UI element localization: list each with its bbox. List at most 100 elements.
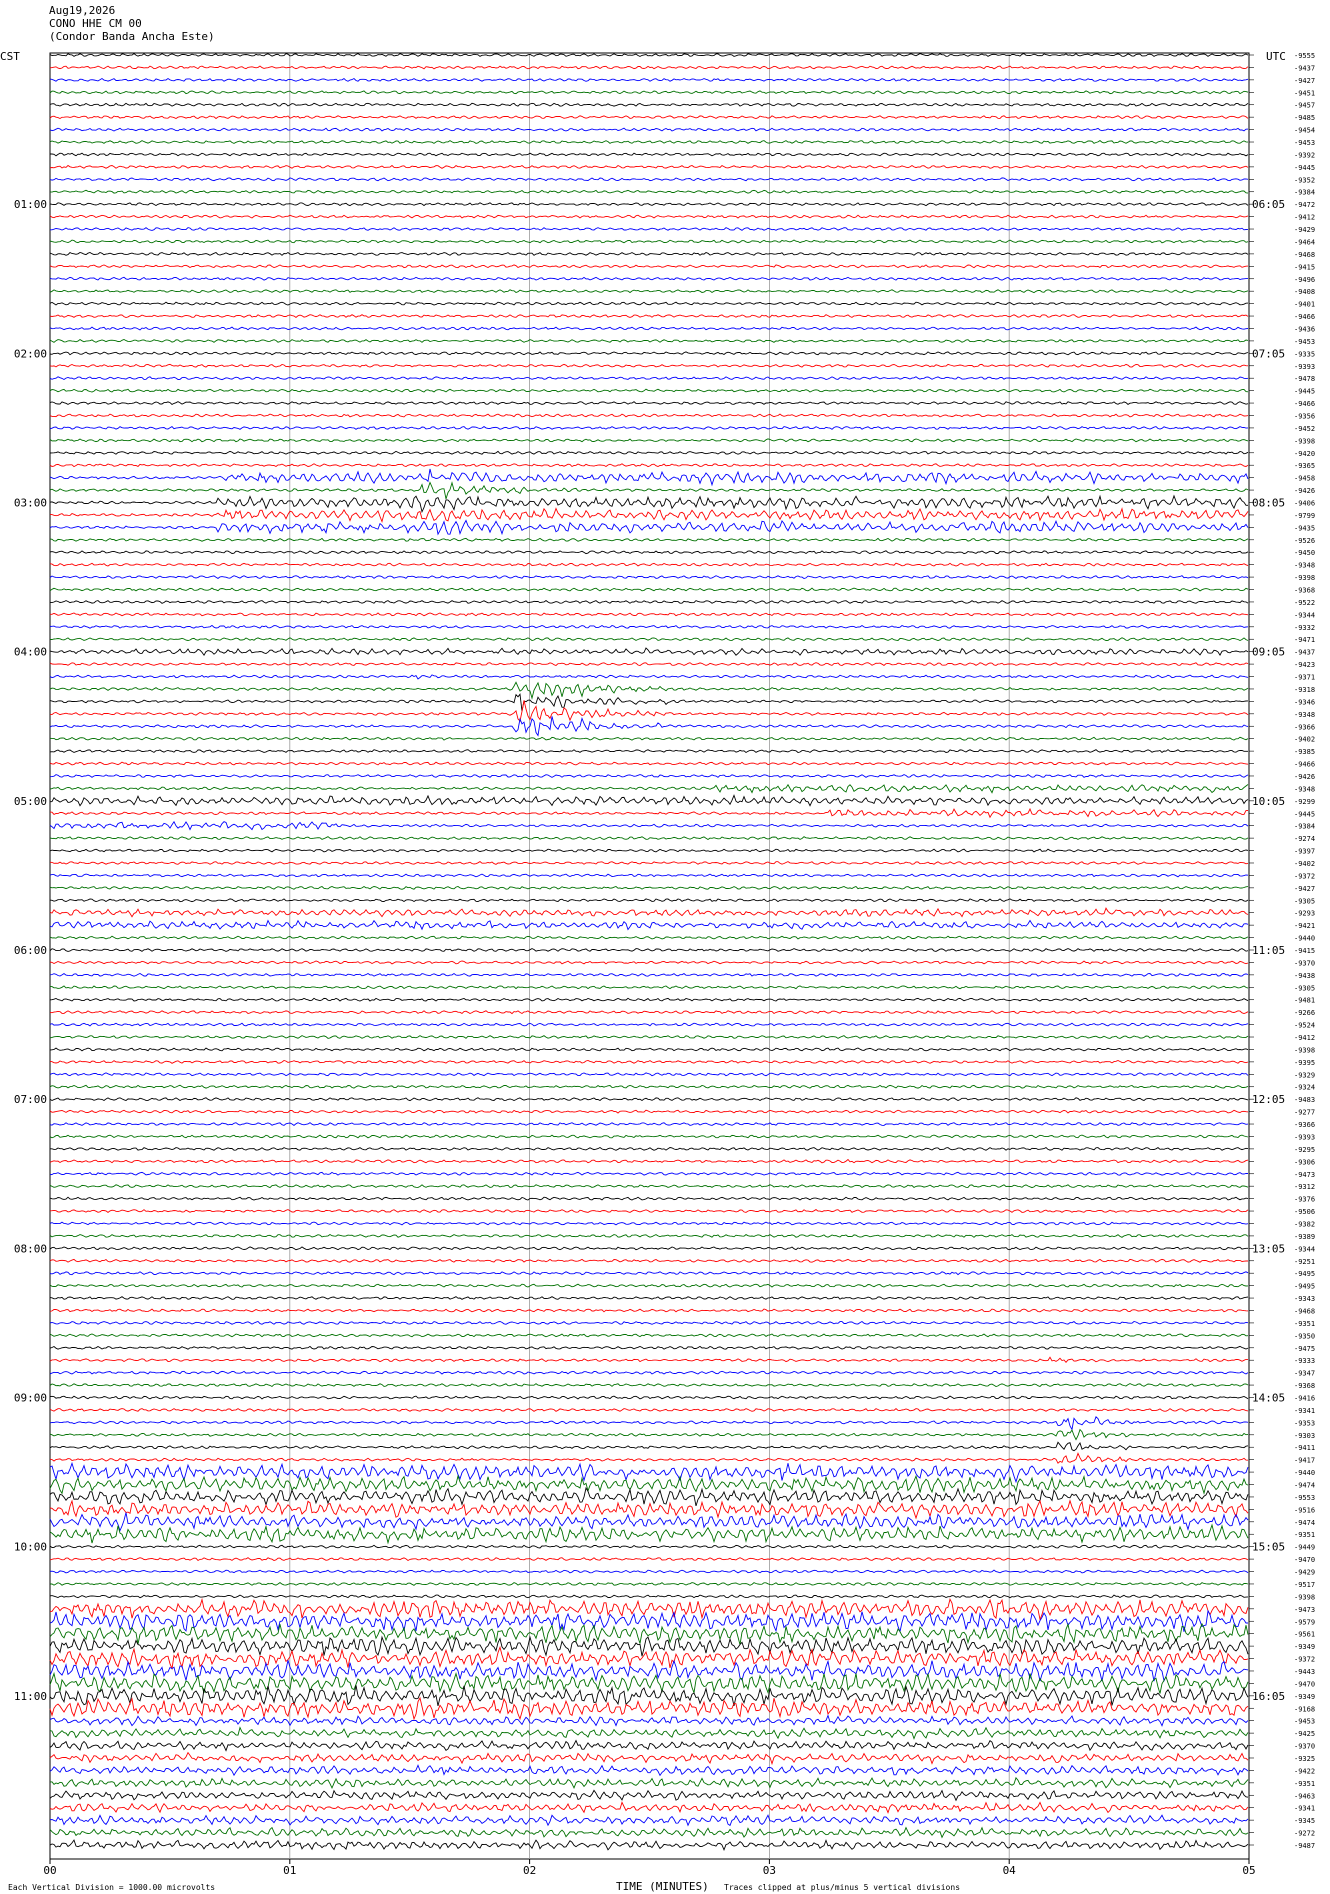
seismic-trace xyxy=(49,972,1249,977)
trace-offset-label: -9438 xyxy=(1294,972,1315,980)
x-tick-label: 01 xyxy=(283,1864,296,1877)
trace-offset-label: -9427 xyxy=(1294,885,1315,893)
trace-offset-label: -9351 xyxy=(1294,1780,1315,1788)
seismogram-plot: 00 01 02 03 04 05 -9555 -9437 -9427 -9451 -9457 -94… xyxy=(14,52,1315,1877)
seismic-trace xyxy=(49,948,1249,952)
trace-offset-label: -9463 xyxy=(1294,1792,1315,1800)
trace-offset-label: -9421 xyxy=(1294,922,1315,930)
seismic-trace xyxy=(49,935,1249,940)
trace-offset-label: -9382 xyxy=(1294,1220,1315,1228)
seismic-trace xyxy=(49,693,1249,712)
seismic-trace xyxy=(49,1097,1249,1102)
seismic-trace xyxy=(49,90,1249,95)
trace-offset-label: -9335 xyxy=(1294,350,1315,358)
trace-offset-label: -9437 xyxy=(1294,64,1315,72)
right-time-label: 12:05 xyxy=(1252,1093,1285,1106)
seismic-trace xyxy=(49,1283,1249,1288)
trace-offset-label: -9312 xyxy=(1294,1183,1315,1191)
seismic-trace xyxy=(49,177,1249,182)
trace-offset-label: -9343 xyxy=(1294,1295,1315,1303)
trace-offset-label: -9522 xyxy=(1294,599,1315,607)
trace-offset-label: -9348 xyxy=(1294,711,1315,719)
seismic-trace xyxy=(50,700,1249,722)
trace-offset-label: -9306 xyxy=(1294,1158,1315,1166)
seismic-trace xyxy=(49,1072,1249,1077)
trace-offset-label: -9440 xyxy=(1294,1469,1315,1477)
seismic-trace xyxy=(49,1557,1249,1562)
trace-offset-label: -9350 xyxy=(1294,1332,1315,1340)
seismic-trace xyxy=(49,861,1249,865)
seismic-trace xyxy=(49,1499,1249,1520)
seismic-trace xyxy=(49,1671,1249,1695)
seismic-trace xyxy=(49,251,1249,256)
seismic-trace xyxy=(49,338,1249,343)
seismic-trace xyxy=(49,997,1249,1002)
seismic-trace xyxy=(49,1609,1248,1634)
seismic-trace xyxy=(49,468,1249,487)
left-time-label: 07:00 xyxy=(14,1093,47,1106)
seismic-trace xyxy=(49,1512,1249,1532)
seismic-trace xyxy=(49,1022,1249,1027)
trace-offset-label: -9329 xyxy=(1294,1071,1315,1079)
seismic-trace xyxy=(49,1635,1249,1657)
trace-offset-label: -9454 xyxy=(1294,127,1315,135)
seismic-trace xyxy=(49,575,1249,579)
seismic-trace xyxy=(49,507,1249,524)
trace-offset-label: -9385 xyxy=(1294,748,1315,756)
trace-offset-label: -9420 xyxy=(1294,450,1315,458)
trace-offset-label: -9422 xyxy=(1294,1767,1315,1775)
right-time-label: 15:05 xyxy=(1252,1541,1285,1554)
clip-note: Traces clipped at plus/minus 5 vertical … xyxy=(724,1883,961,1892)
trace-offset-label: -9353 xyxy=(1294,1419,1315,1427)
seismic-trace xyxy=(49,264,1249,269)
trace-offset-label: -9470 xyxy=(1294,1556,1315,1564)
left-time-label: 03:00 xyxy=(14,497,47,510)
right-time-label: 07:05 xyxy=(1252,347,1285,360)
plot-frame xyxy=(49,52,1250,1860)
seismic-trace xyxy=(49,1751,1249,1766)
trace-offset-label: -9325 xyxy=(1294,1755,1315,1763)
seismic-trace xyxy=(49,1035,1249,1039)
seismic-trace xyxy=(49,102,1249,107)
seismic-trace xyxy=(49,907,1249,918)
trace-offset-label: -9408 xyxy=(1294,288,1315,296)
seismic-trace xyxy=(49,1726,1249,1740)
trace-offset-label: -9251 xyxy=(1294,1258,1315,1266)
trace-offset-label: -9389 xyxy=(1294,1233,1315,1241)
trace-offset-label: -9318 xyxy=(1294,686,1315,694)
seismic-trace xyxy=(49,1428,1249,1441)
seismic-trace xyxy=(49,885,1249,890)
trace-offset-label: -9272 xyxy=(1294,1830,1315,1838)
seismic-trace xyxy=(49,481,1249,500)
seismic-trace xyxy=(49,1523,1249,1545)
seismic-trace xyxy=(50,1146,1249,1151)
seismic-trace xyxy=(49,438,1249,443)
seismic-trace xyxy=(49,1356,1249,1363)
trace-offset-label: -9168 xyxy=(1294,1705,1315,1713)
trace-offset-label: -9356 xyxy=(1294,412,1315,420)
seismic-trace xyxy=(49,1776,1249,1790)
x-tick-label: 00 xyxy=(43,1864,56,1877)
seismic-trace xyxy=(49,140,1249,144)
seismic-trace xyxy=(49,1569,1249,1574)
trace-offset-label: -9474 xyxy=(1294,1519,1315,1527)
trace-offset-label: -9393 xyxy=(1294,363,1315,371)
trace-offset-label: -9453 xyxy=(1294,338,1315,346)
seismic-trace xyxy=(49,1271,1249,1276)
seismic-trace xyxy=(49,960,1249,965)
seismic-trace xyxy=(49,1184,1249,1189)
trace-offset-label: -9474 xyxy=(1294,1482,1315,1490)
left-time-label: 05:00 xyxy=(14,795,47,808)
trace-offset-label: -9352 xyxy=(1294,176,1315,184)
left-time-label: 04:00 xyxy=(14,646,47,659)
scale-note: Each Vertical Division = 1000.00 microvo… xyxy=(8,1883,216,1892)
seismic-trace xyxy=(49,807,1249,819)
trace-offset-label: -9453 xyxy=(1294,139,1315,147)
seismic-trace xyxy=(49,1122,1249,1126)
left-time-label: 10:00 xyxy=(14,1541,47,1554)
trace-offset-label: -9351 xyxy=(1294,1531,1315,1539)
seismic-trace xyxy=(49,426,1249,430)
left-time-label: 01:00 xyxy=(14,198,47,211)
seismic-trace xyxy=(49,401,1249,405)
seismic-trace xyxy=(49,363,1249,368)
